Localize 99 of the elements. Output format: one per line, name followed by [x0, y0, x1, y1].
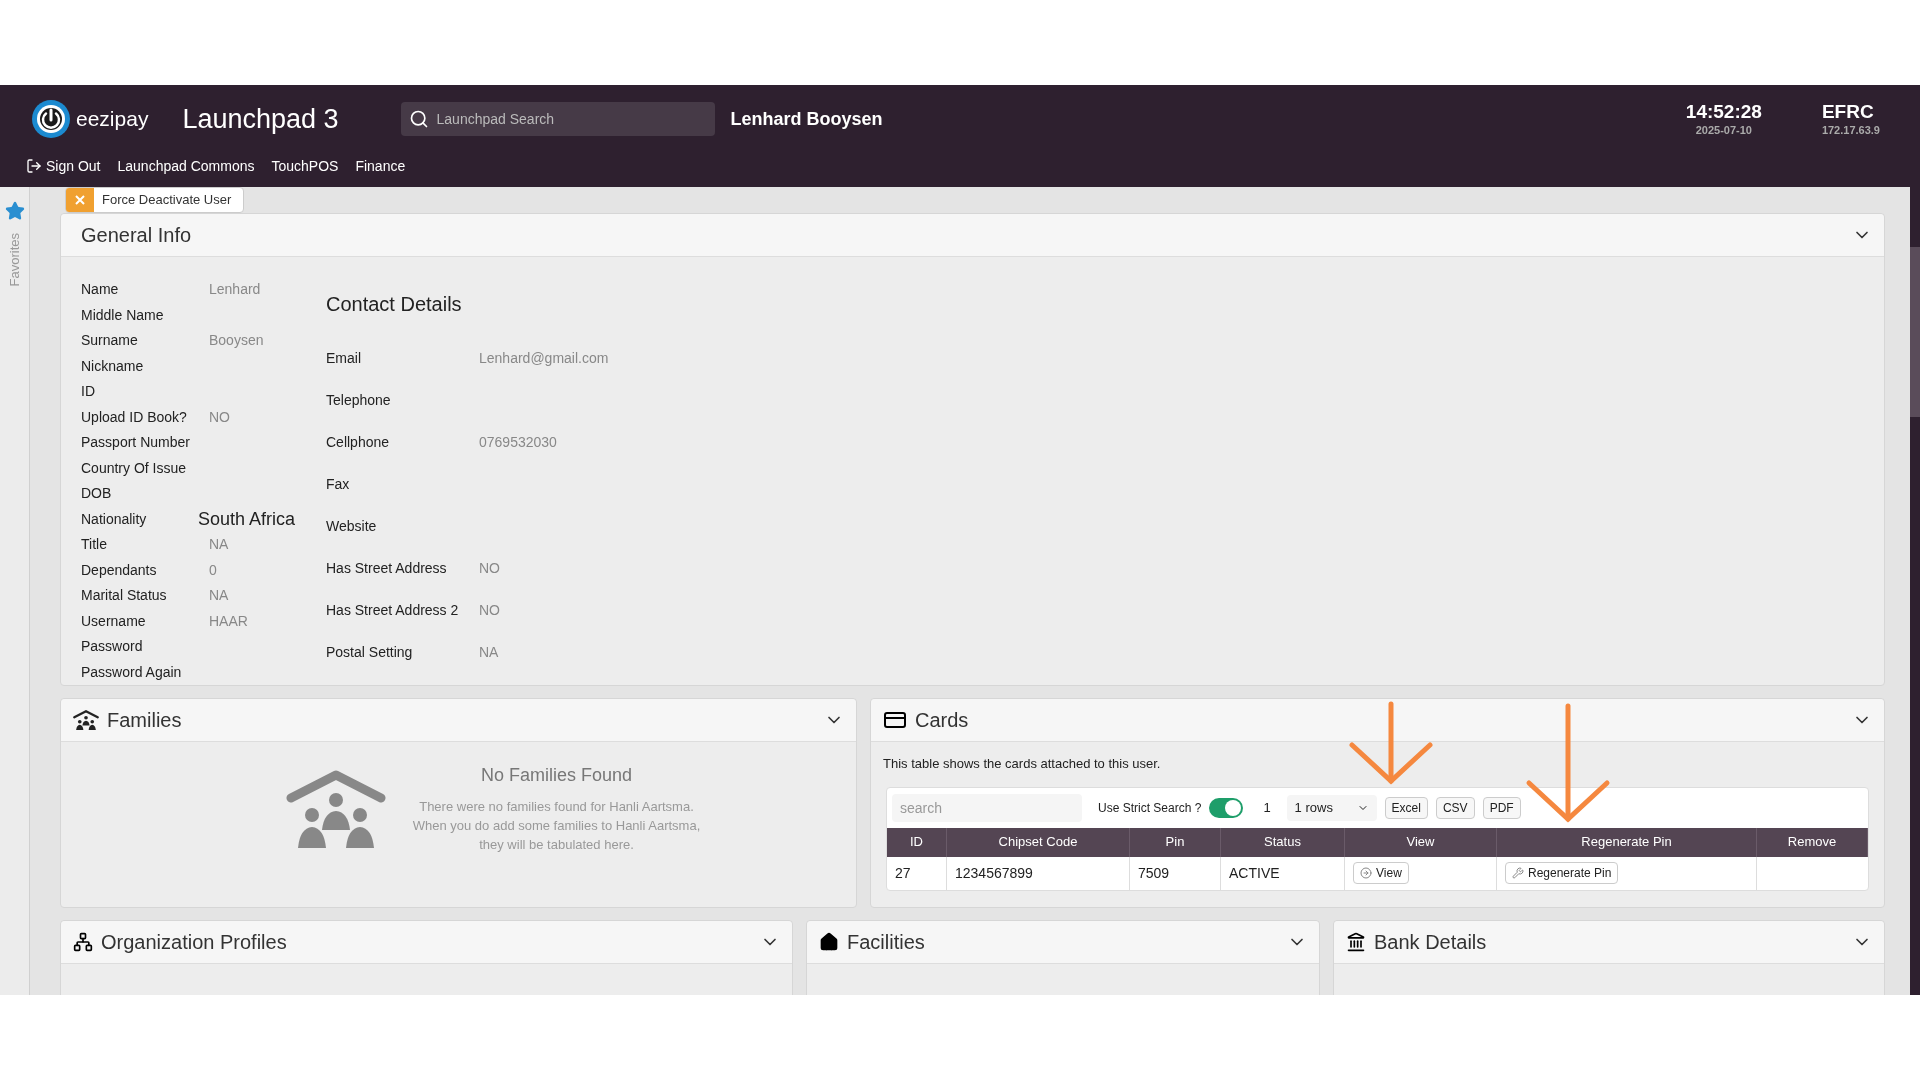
- clock-time: 14:52:28: [1685, 100, 1762, 124]
- row-count: 1: [1263, 798, 1271, 817]
- logo-text: eezipay: [76, 106, 149, 133]
- field-label: Country Of Issue: [81, 458, 188, 478]
- field-label: Website: [326, 516, 378, 536]
- field-label: Dependants: [81, 560, 158, 580]
- column-header: Regenerate Pin: [1497, 827, 1757, 857]
- field-value: Lenhard: [209, 280, 261, 300]
- table-cell: 7509: [1130, 856, 1221, 890]
- cards-description: This table shows the cards attached to this user.: [882, 755, 1162, 773]
- field-value: South Africa: [198, 507, 296, 531]
- empty-message: There were no families found for Hanli Aartsma. When you do add some families to Hanli Aartsma, they will be tabulated here.: [411, 798, 702, 854]
- field-label: Password Again: [81, 662, 183, 682]
- field-value: NO: [479, 600, 500, 620]
- home-icon: [819, 932, 839, 952]
- field-label: Marital Status: [81, 586, 168, 606]
- site-code: EFRC: [1821, 100, 1875, 124]
- field-value: Booysen: [209, 331, 264, 351]
- field-label: Name: [81, 280, 120, 300]
- field-value: NA: [209, 535, 229, 555]
- field-value: NA: [209, 586, 229, 606]
- field-label: ID: [81, 382, 96, 402]
- field-label: Middle Name: [81, 305, 165, 325]
- family-icon: [73, 709, 99, 731]
- field-label: Fax: [326, 474, 351, 494]
- field-label: Password: [81, 637, 144, 657]
- strict-search-toggle[interactable]: [1209, 797, 1244, 818]
- force-deactivate-button[interactable]: Force Deactivate User: [65, 187, 245, 213]
- arrow-circle-icon: [1360, 867, 1372, 879]
- ip-address: 172.17.63.9: [1821, 124, 1880, 138]
- star-icon[interactable]: [4, 201, 25, 221]
- search-field[interactable]: Launchpad Search: [400, 102, 715, 136]
- table-search-field[interactable]: search: [892, 793, 1082, 822]
- field-label: Cellphone: [326, 432, 391, 452]
- panel-header[interactable]: Facilities: [807, 921, 1319, 964]
- field-value: NO: [209, 407, 230, 427]
- section-title: Contact Details: [326, 292, 463, 317]
- view-button[interactable]: View: [1353, 862, 1409, 884]
- panel-header[interactable]: Families: [61, 699, 856, 742]
- panel-title: Families: [107, 708, 182, 733]
- table-cell: ACTIVE: [1221, 856, 1345, 890]
- field-label: Nickname: [81, 356, 145, 376]
- field-label: Telephone: [326, 390, 392, 410]
- app-title: Launchpad 3: [182, 102, 339, 136]
- field-label: Surname: [81, 331, 139, 351]
- panel-header[interactable]: General Info: [61, 214, 1884, 257]
- panel-header[interactable]: Organization Profiles: [61, 921, 792, 964]
- nav-link[interactable]: Sign Out: [26, 155, 101, 177]
- field-value: 0: [209, 560, 217, 580]
- field-label: DOB: [81, 484, 113, 504]
- family-house-icon: [285, 770, 386, 850]
- panel-title: Organization Profiles: [101, 930, 287, 955]
- field-label: Username: [81, 611, 147, 631]
- scrollbar[interactable]: [1910, 187, 1920, 995]
- field-value: Lenhard@gmail.com: [479, 348, 609, 368]
- close-icon: [66, 188, 94, 212]
- strict-search-label: Use Strict Search ?: [1098, 799, 1202, 817]
- panel-title: Cards: [915, 708, 969, 733]
- table-cell: 1234567899: [947, 856, 1130, 890]
- field-label: Postal Setting: [326, 642, 414, 662]
- wrench-icon: [1512, 867, 1524, 879]
- export-button[interactable]: Excel: [1384, 796, 1428, 819]
- field-label: Email: [326, 348, 362, 368]
- column-header: Chipset Code: [947, 827, 1130, 857]
- user-name: Lenhard Booysen: [730, 107, 883, 131]
- field-label: Has Street Address: [326, 558, 448, 578]
- org-chart-icon: [73, 932, 93, 952]
- panel-title: Bank Details: [1374, 930, 1487, 955]
- panel-title: General Info: [81, 223, 192, 248]
- panel-header[interactable]: Bank Details: [1334, 921, 1884, 964]
- field-value: HAAR: [209, 611, 248, 631]
- panel-header[interactable]: Cards: [871, 699, 1884, 742]
- table-cell: 27: [887, 856, 947, 890]
- field-label: Has Street Address 2: [326, 600, 460, 620]
- column-header: Pin: [1130, 827, 1221, 857]
- sign-out-icon: [26, 158, 42, 174]
- nav-link[interactable]: Finance: [355, 155, 406, 177]
- panel-title: Facilities: [847, 930, 925, 955]
- field-value: 0769532030: [479, 432, 557, 452]
- nav-link[interactable]: Launchpad Commons: [117, 155, 255, 177]
- clock-date: 2025-07-10: [1695, 124, 1752, 138]
- field-label: Upload ID Book?: [81, 407, 188, 427]
- field-label: Passport Number: [81, 433, 191, 453]
- column-header: Status: [1221, 827, 1345, 857]
- field-value: NO: [479, 558, 500, 578]
- column-header: Remove: [1757, 827, 1868, 857]
- nav-link[interactable]: TouchPOS: [271, 155, 339, 177]
- search-icon: [408, 109, 429, 129]
- field-label: Title: [81, 535, 108, 555]
- export-button[interactable]: CSV: [1435, 796, 1475, 819]
- column-header: ID: [887, 827, 947, 857]
- bank-icon: [1346, 932, 1366, 952]
- regenerate-pin-button[interactable]: Regenerate Pin: [1505, 862, 1619, 884]
- column-header: View: [1345, 827, 1497, 857]
- export-button[interactable]: PDF: [1482, 796, 1521, 819]
- power-logo-icon: [30, 98, 72, 140]
- field-value: NA: [479, 642, 499, 662]
- empty-title: No Families Found: [480, 764, 633, 787]
- rows-select[interactable]: 1 rows: [1286, 794, 1377, 821]
